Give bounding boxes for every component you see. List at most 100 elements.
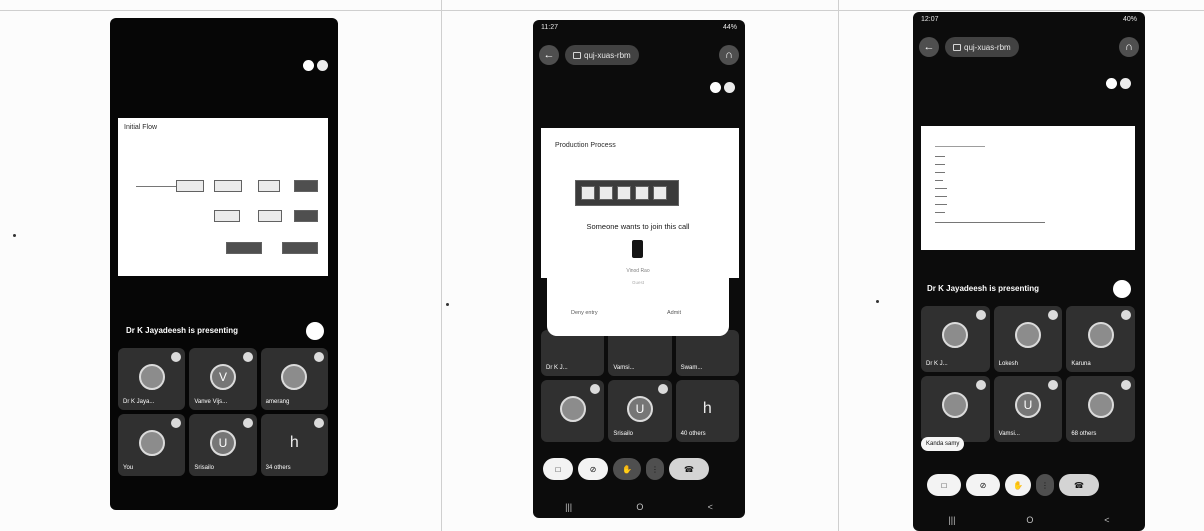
mini-self-view[interactable] xyxy=(710,82,735,93)
participant-name: Swam... xyxy=(680,365,703,371)
person-icon xyxy=(1087,322,1114,348)
presenting-banner: Dr K Jayadeesh is presenting xyxy=(927,284,1040,293)
system-nav-bar: ||| O < xyxy=(533,502,745,516)
home-button[interactable]: O xyxy=(636,502,643,516)
person-icon: V xyxy=(209,364,236,390)
participant-name: Vamsi... xyxy=(998,431,1020,437)
letter-avatar: h xyxy=(702,400,712,417)
person-icon: U xyxy=(626,396,653,422)
person-icon xyxy=(138,364,165,390)
mic-toggle-button[interactable]: ⊘ xyxy=(578,458,608,480)
participant-tile[interactable]: Vamsi... xyxy=(608,330,672,376)
status-bar: 11:27 44% xyxy=(541,24,737,34)
person-icon xyxy=(281,364,308,390)
back-button[interactable]: < xyxy=(1104,515,1109,529)
end-call-button[interactable]: ☎ xyxy=(1059,474,1099,496)
participant-tile[interactable]: Karuna xyxy=(1066,306,1135,372)
person-icon xyxy=(942,322,969,348)
admit-button[interactable]: Admit xyxy=(667,310,681,316)
participant-grid: Dr K J... Lokesh Karuna U Vamsi... 68 oth… xyxy=(921,306,1135,442)
mic-indicator-icon xyxy=(975,380,986,390)
raise-hand-button[interactable]: ✋ xyxy=(1005,474,1031,496)
more-options-button[interactable]: ⋮ xyxy=(646,458,664,480)
participant-name: Lokesh xyxy=(998,361,1019,367)
others-tile[interactable]: h 40 others xyxy=(675,380,739,442)
back-button[interactable]: < xyxy=(708,502,713,516)
back-arrow-icon[interactable]: ← xyxy=(539,45,559,65)
home-button[interactable]: O xyxy=(1026,515,1033,529)
camera-toggle-button[interactable]: □ xyxy=(927,474,961,496)
shared-slide xyxy=(921,126,1135,250)
end-call-button[interactable]: ☎ xyxy=(669,458,709,480)
top-bar: ← quj-xuas-rbm ∩ xyxy=(539,42,739,68)
participant-tile[interactable]: Dr K J... xyxy=(541,330,605,376)
mini-self-view[interactable] xyxy=(303,60,328,71)
participant-tile[interactable] xyxy=(921,376,990,442)
divider xyxy=(838,0,839,531)
participant-name: Vamsi... xyxy=(613,365,635,371)
phone-screenshot-2: 11:27 44% ← quj-xuas-rbm ∩ Production Pro… xyxy=(533,20,745,518)
back-arrow-icon[interactable]: ← xyxy=(919,37,939,57)
camera-toggle-button[interactable]: □ xyxy=(543,458,573,480)
phone-screenshot-1: Initial Flow Dr K Jayadeesh is presentin… xyxy=(110,18,338,510)
letter-avatar: h xyxy=(289,434,299,451)
participant-tile[interactable]: U Vamsi... xyxy=(993,376,1063,442)
participant-tile[interactable]: U Srisailo xyxy=(608,380,672,442)
call-controls: □ ⊘ ✋ ⋮ ☎ xyxy=(927,474,1099,496)
meeting-code-chip[interactable]: quj-xuas-rbm xyxy=(945,37,1019,57)
presentation-toggle[interactable] xyxy=(306,322,324,340)
participant-name: Vanve Vijs... xyxy=(194,399,228,405)
join-request-dialog: Someone wants to join this call Vinod Ra… xyxy=(547,206,729,336)
others-count: 34 others xyxy=(265,465,291,471)
others-count: 68 others xyxy=(1071,431,1097,437)
camera-icon xyxy=(953,43,961,51)
participant-name: Karuna xyxy=(1071,361,1091,367)
shared-slide: Initial Flow xyxy=(118,118,328,276)
mic-toggle-button[interactable]: ⊘ xyxy=(966,474,1000,496)
participant-tile[interactable] xyxy=(541,380,605,442)
participant-tile[interactable]: You xyxy=(118,414,186,476)
divider xyxy=(0,10,1204,11)
mini-self-view[interactable] xyxy=(1106,78,1131,89)
participant-tile[interactable]: U Srisailo xyxy=(189,414,257,476)
slide-title: Initial Flow xyxy=(124,124,158,131)
others-tile[interactable]: 68 others xyxy=(1066,376,1135,442)
recents-button[interactable]: ||| xyxy=(948,515,955,529)
mic-indicator-icon xyxy=(1048,310,1059,320)
headphones-icon[interactable]: ∩ xyxy=(719,45,739,65)
participant-tile[interactable]: Swam... xyxy=(675,330,739,376)
mic-indicator-icon xyxy=(657,384,668,394)
camera-icon xyxy=(573,51,581,59)
meeting-code-chip[interactable]: quj-xuas-rbm xyxy=(565,45,639,65)
dialog-title: Someone wants to join this call xyxy=(586,222,690,231)
page: Initial Flow Dr K Jayadeesh is presentin… xyxy=(0,0,1204,531)
headphones-icon[interactable]: ∩ xyxy=(1119,37,1139,57)
mic-indicator-icon xyxy=(590,384,601,394)
call-controls: □ ⊘ ✋ ⋮ ☎ xyxy=(543,458,709,480)
person-icon xyxy=(1014,322,1041,348)
system-nav-bar: ||| O < xyxy=(913,515,1145,529)
presenting-banner: Dr K Jayadeesh is presenting xyxy=(126,326,239,335)
requester-name: Vinod Rao xyxy=(626,268,650,274)
mic-indicator-icon xyxy=(242,352,253,362)
participant-grid: Dr K Jaya... V Vanve Vijs... amerang You … xyxy=(118,348,328,476)
person-icon xyxy=(1087,392,1114,418)
participant-tile[interactable]: Lokesh xyxy=(993,306,1063,372)
participant-tile[interactable]: amerang xyxy=(260,348,328,410)
top-bar: ← quj-xuas-rbm ∩ xyxy=(919,34,1139,60)
slide-title: Production Process xyxy=(555,142,616,149)
presentation-toggle[interactable] xyxy=(1113,280,1131,298)
deny-entry-button[interactable]: Deny entry xyxy=(571,310,598,316)
participant-name: Dr K J... xyxy=(546,365,568,371)
meeting-code: quj-xuas-rbm xyxy=(584,50,631,60)
recents-button[interactable]: ||| xyxy=(565,502,572,516)
others-count: 40 others xyxy=(680,431,706,437)
others-tile[interactable]: h 34 others xyxy=(260,414,328,476)
participant-tile[interactable]: Dr K Jaya... xyxy=(118,348,186,410)
more-options-button[interactable]: ⋮ xyxy=(1036,474,1054,496)
raise-hand-button[interactable]: ✋ xyxy=(613,458,641,480)
requester-avatar xyxy=(632,240,643,258)
status-bar: 12:07 40% xyxy=(921,16,1137,26)
participant-tile[interactable]: Dr K J... xyxy=(921,306,990,372)
participant-tile[interactable]: V Vanve Vijs... xyxy=(189,348,257,410)
